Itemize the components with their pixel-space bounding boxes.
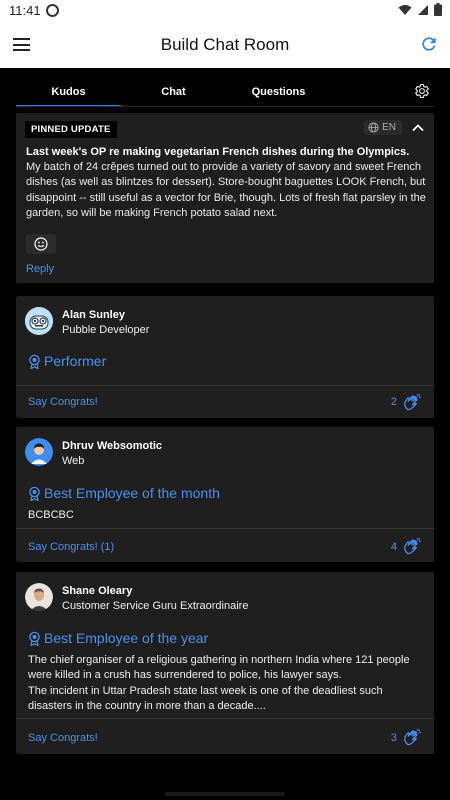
award-badge-icon <box>29 486 40 501</box>
kudo-footer: Say Congrats! (1) 4 <box>16 528 434 562</box>
clap-icon[interactable] <box>401 726 423 748</box>
award-label: Best Employee of the month <box>44 485 220 501</box>
language-label: EN <box>382 122 396 133</box>
user-name: Dhruv Websomotic <box>62 440 163 452</box>
kudo-message: BCBCBC <box>28 509 74 521</box>
say-congrats-button[interactable]: Say Congrats! <box>28 732 98 744</box>
user-role: Customer Service Guru Extraordinaire <box>62 600 249 612</box>
clap-icon[interactable] <box>401 391 423 413</box>
signal-icon <box>418 4 428 15</box>
say-congrats-button[interactable]: Say Congrats! <box>28 396 98 408</box>
chevron-up-icon[interactable] <box>410 120 426 136</box>
user-name: Shane Oleary <box>62 585 133 597</box>
avatar[interactable] <box>25 583 53 611</box>
kudo-card: Alan Sunley Pubble Developer Performer S… <box>16 296 434 418</box>
gear-icon[interactable] <box>414 83 430 99</box>
award-badge-icon <box>29 631 40 646</box>
clap-count: 2 <box>390 396 397 408</box>
tab-bar: Kudos Chat Questions <box>16 79 436 107</box>
refresh-icon[interactable] <box>419 34 439 54</box>
award-title: Best Employee of the month <box>28 485 220 501</box>
clap-count: 3 <box>390 732 397 744</box>
kudo-card: Shane Oleary Customer Service Guru Extra… <box>16 572 434 754</box>
language-selector[interactable]: EN <box>364 120 402 135</box>
clap-count: 4 <box>390 541 397 553</box>
kudo-card: Dhruv Websomotic Web Best Employee of th… <box>16 427 434 562</box>
pinned-title: Last week's OP re making vegetarian Fren… <box>26 146 410 158</box>
reply-link[interactable]: Reply <box>26 263 54 275</box>
smiley-icon <box>34 237 48 251</box>
notification-icon <box>46 4 59 17</box>
kudo-message: The chief organiser of a religious gathe… <box>28 654 410 712</box>
profile-photo-icon <box>25 583 53 611</box>
status-time: 11:41 <box>9 3 41 18</box>
tab-kudos[interactable]: Kudos <box>16 79 121 107</box>
tab-chat[interactable]: Chat <box>121 79 226 107</box>
pinned-badge: PINNED UPDATE <box>25 121 117 138</box>
robot-avatar-icon <box>25 307 53 335</box>
user-name: Alan Sunley <box>62 309 125 321</box>
award-badge-icon <box>29 354 40 369</box>
gesture-handle <box>165 792 285 796</box>
app-bar: Build Chat Room <box>0 22 450 68</box>
award-label: Performer <box>44 353 107 369</box>
person-avatar-icon <box>25 438 53 466</box>
battery-icon <box>434 3 442 16</box>
kudo-footer: Say Congrats! 2 <box>16 385 434 418</box>
status-icons <box>398 3 442 16</box>
user-role: Web <box>62 455 85 467</box>
tab-divider <box>16 106 434 107</box>
add-reaction-button[interactable] <box>26 234 56 254</box>
tab-questions[interactable]: Questions <box>226 79 331 107</box>
award-title: Performer <box>28 353 106 369</box>
wifi-icon <box>398 4 412 15</box>
page-title: Build Chat Room <box>160 35 290 54</box>
pinned-body: My batch of 24 crêpes turned out to prov… <box>26 161 426 219</box>
globe-icon <box>368 122 379 133</box>
award-label: Best Employee of the year <box>44 630 209 646</box>
say-congrats-button[interactable]: Say Congrats! (1) <box>28 541 114 553</box>
status-bar: 11:41 <box>0 0 450 22</box>
pinned-update-card: PINNED UPDATE EN Last week's OP re makin… <box>16 113 434 283</box>
clap-icon[interactable] <box>401 535 423 557</box>
avatar[interactable] <box>25 438 53 466</box>
avatar[interactable] <box>25 307 53 335</box>
user-role: Pubble Developer <box>62 324 150 336</box>
kudo-footer: Say Congrats! 3 <box>16 718 434 754</box>
award-title: Best Employee of the year <box>28 630 208 646</box>
